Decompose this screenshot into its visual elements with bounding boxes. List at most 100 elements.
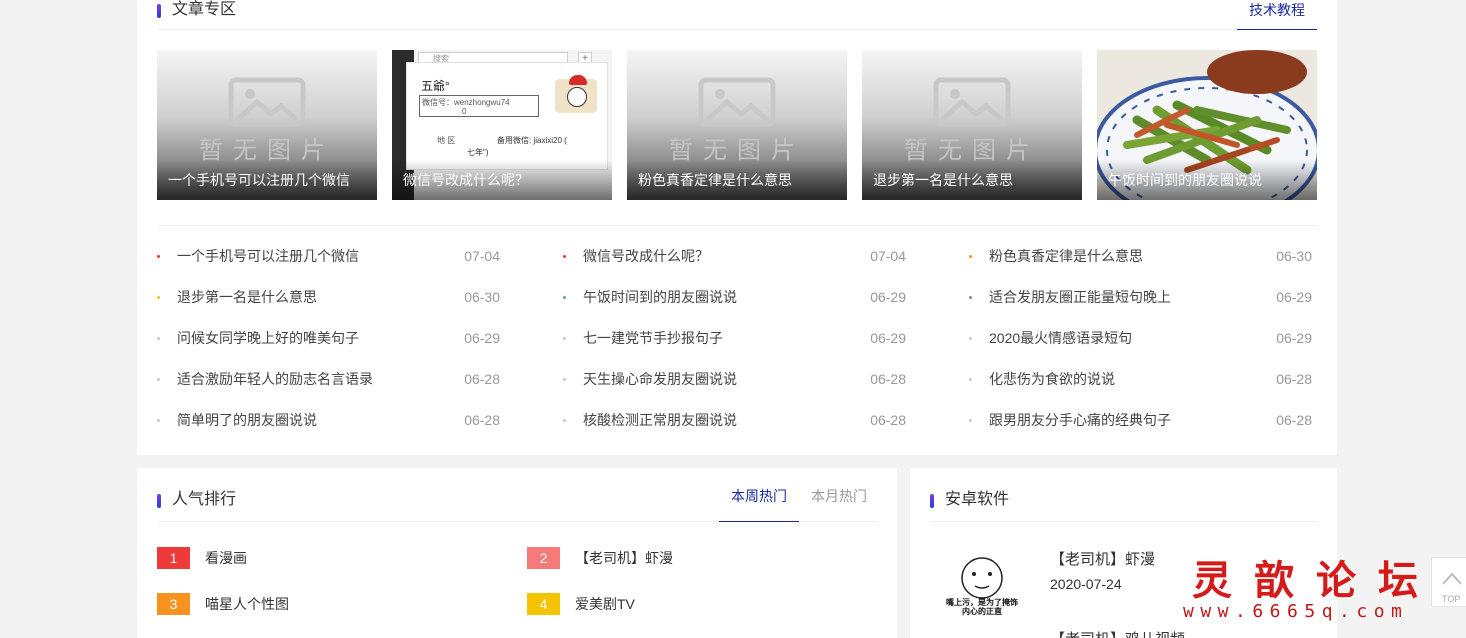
rank-item[interactable]: 2 【老司机】虾漫 xyxy=(527,547,673,569)
rank-number-badge: 2 xyxy=(527,547,560,569)
ranking-header: 人气排行 本周热门 本月热门 xyxy=(157,476,877,522)
back-to-top-button[interactable]: TOP xyxy=(1431,557,1466,607)
article-title: 微信号改成什么呢？ xyxy=(583,248,709,264)
article-list-item[interactable]: 适合激励年轻人的励志名言语录 06-28 xyxy=(157,359,500,400)
article-section: 文章专区 技术教程 暂无图片 一个手机号可以注册几个微信 搜索 + 五爺° 微信… xyxy=(137,0,1337,455)
bullet-dot-icon xyxy=(563,419,566,422)
article-column: 微信号改成什么呢？ 07-04 午饭时间到的朋友圈说说 06-29 七一建党节手抄报句子… xyxy=(563,236,906,441)
article-title: 2020最火情感语录短句 xyxy=(989,330,1133,346)
thumb-card[interactable]: 午饭时间到的朋友圈说说 xyxy=(1097,50,1317,200)
rank-item[interactable]: 3 喵星人个性图 xyxy=(157,593,289,615)
article-list-item[interactable]: 一个手机号可以注册几个微信 07-04 xyxy=(157,236,500,277)
article-thumbnails: 暂无图片 一个手机号可以注册几个微信 搜索 + 五爺° 微信号：wenzhong… xyxy=(157,50,1317,200)
article-date: 06-29 xyxy=(870,330,906,346)
article-list-item[interactable]: 七一建党节手抄报句子 06-29 xyxy=(563,318,906,359)
article-list-item[interactable]: 午饭时间到的朋友圈说说 06-29 xyxy=(563,277,906,318)
bullet-dot-icon xyxy=(563,296,566,299)
article-list-item[interactable]: 跟男朋友分手心痛的经典句子 06-28 xyxy=(969,400,1312,441)
article-column: 粉色真香定律是什么意思 06-30 适合发朋友圈正能量短句晚上 06-29 2020最火… xyxy=(969,236,1312,441)
rank-item[interactable]: 4 爱美剧TV xyxy=(527,593,635,615)
back-to-top-label: TOP xyxy=(1442,594,1461,604)
bullet-dot-icon xyxy=(157,255,160,258)
section-divider xyxy=(157,225,1317,226)
article-title: 适合发朋友圈正能量短句晚上 xyxy=(989,289,1171,305)
wechat-backup-id: 备用微信: jiaxixi20 ( xyxy=(497,136,567,145)
wechat-avatar xyxy=(555,75,597,113)
wechat-id-box: 微信号：wenzhongwu74 0 xyxy=(419,95,539,117)
article-date: 06-28 xyxy=(870,412,906,428)
thumb-caption: 粉色真香定律是什么意思 xyxy=(627,160,847,200)
android-title: 安卓软件 xyxy=(930,480,1009,520)
tab-tech-tutorial[interactable]: 技术教程 xyxy=(1237,0,1317,30)
article-list-item[interactable]: 化悲伤为食欲的说说 06-28 xyxy=(969,359,1312,400)
article-date: 07-04 xyxy=(870,248,906,264)
bullet-dot-icon xyxy=(563,337,566,340)
ranking-title: 人气排行 xyxy=(157,480,236,520)
article-list-item[interactable]: 2020最火情感语录短句 06-29 xyxy=(969,318,1312,359)
bullet-dot-icon xyxy=(157,337,160,340)
app-name[interactable]: 【老司机】虾漫 xyxy=(1050,548,1155,569)
article-date: 06-28 xyxy=(1276,371,1312,387)
tab-weekly-hot[interactable]: 本周热门 xyxy=(719,476,799,522)
wechat-profile-card: 五爺° 微信号：wenzhongwu74 0 地 区 备用微信: jiaxixi… xyxy=(406,62,608,170)
article-list-item[interactable]: 粉色真香定律是什么意思 06-30 xyxy=(969,236,1312,277)
article-list-item[interactable]: 适合发朋友圈正能量短句晚上 06-29 xyxy=(969,277,1312,318)
article-column: 一个手机号可以注册几个微信 07-04 退步第一名是什么意思 06-30 问候女同学晚上… xyxy=(157,236,500,441)
article-title: 跟男朋友分手心痛的经典句子 xyxy=(989,412,1171,428)
article-title: 天生操心命发朋友圈说说 xyxy=(583,371,737,387)
bullet-dot-icon xyxy=(157,419,160,422)
bullet-dot-icon xyxy=(157,296,160,299)
article-list-item[interactable]: 问候女同学晚上好的唯美句子 06-29 xyxy=(157,318,500,359)
article-title: 核酸检测正常朋友圈说说 xyxy=(583,412,737,428)
bullet-dot-icon xyxy=(563,255,566,258)
article-list-item[interactable]: 退步第一名是什么意思 06-30 xyxy=(157,277,500,318)
article-list-item[interactable]: 微信号改成什么呢？ 07-04 xyxy=(563,236,906,277)
rank-number-badge: 3 xyxy=(157,593,190,615)
bullet-dot-icon xyxy=(563,378,566,381)
popularity-ranking-section: 人气排行 本周热门 本月热门 1 看漫画 2 【老司机】虾漫 3 喵星人个性图 4 爱美… xyxy=(137,468,897,638)
thumb-card[interactable]: 搜索 + 五爺° 微信号：wenzhongwu74 0 地 区 备用微信: ji… xyxy=(392,50,612,200)
app-thumbnail[interactable]: 嘴上污，是为了掩饰 内心的正直 xyxy=(930,556,1034,616)
article-date: 06-28 xyxy=(464,371,500,387)
article-date: 06-30 xyxy=(1276,248,1312,264)
thumb-card[interactable]: 暂无图片 退步第一名是什么意思 xyxy=(862,50,1082,200)
app-date: 2020-07-24 xyxy=(1050,576,1122,592)
article-date: 06-28 xyxy=(1276,412,1312,428)
article-list-item[interactable]: 天生操心命发朋友圈说说 06-28 xyxy=(563,359,906,400)
rank-item[interactable]: 1 看漫画 xyxy=(157,547,247,569)
tab-monthly-hot[interactable]: 本月热门 xyxy=(799,476,879,522)
article-section-header: 文章专区 技术教程 xyxy=(157,0,1317,30)
article-date: 06-29 xyxy=(1276,289,1312,305)
article-title: 简单明了的朋友圈说说 xyxy=(177,412,317,428)
article-title: 一个手机号可以注册几个微信 xyxy=(177,248,359,264)
thumb-caption: 微信号改成什么呢？ xyxy=(392,160,612,200)
rank-item-name: 喵星人个性图 xyxy=(205,596,289,612)
bullet-dot-icon xyxy=(969,419,972,422)
article-title: 粉色真香定律是什么意思 xyxy=(989,248,1143,264)
rank-number-badge: 1 xyxy=(157,547,190,569)
wechat-nickname: 五爺° xyxy=(421,79,450,93)
thumb-card[interactable]: 暂无图片 粉色真香定律是什么意思 xyxy=(627,50,847,200)
wechat-id-label: 微信号：wenzhongwu74 xyxy=(422,98,510,107)
watermark-logo-text: 灵歆论坛 xyxy=(1192,557,1440,604)
app-name[interactable]: 【老司机】鸡儿视频 xyxy=(1050,628,1185,638)
article-list-item[interactable]: 核酸检测正常朋友圈说说 06-28 xyxy=(563,400,906,441)
watermark-url: www.6665q.com xyxy=(1183,601,1409,622)
bullet-dot-icon xyxy=(969,296,972,299)
thumb-caption: 退步第一名是什么意思 xyxy=(862,160,1082,200)
thumb-caption: 一个手机号可以注册几个微信 xyxy=(157,160,377,200)
rank-item-name: 【老司机】虾漫 xyxy=(575,550,673,566)
meme-caption: 嘴上污，是为了掩饰 内心的正直 xyxy=(946,598,1018,616)
article-title: 七一建党节手抄报句子 xyxy=(583,330,723,346)
article-date: 06-29 xyxy=(1276,330,1312,346)
article-date: 06-29 xyxy=(870,289,906,305)
bullet-dot-icon xyxy=(969,337,972,340)
article-list-item[interactable]: 简单明了的朋友圈说说 06-28 xyxy=(157,400,500,441)
article-title: 适合激励年轻人的励志名言语录 xyxy=(177,371,373,387)
article-date: 06-29 xyxy=(464,330,500,346)
article-title: 退步第一名是什么意思 xyxy=(177,289,317,305)
article-title: 化悲伤为食欲的说说 xyxy=(989,371,1115,387)
wechat-region-label: 地 区 xyxy=(437,136,456,145)
thumb-card[interactable]: 暂无图片 一个手机号可以注册几个微信 xyxy=(157,50,377,200)
bullet-dot-icon xyxy=(157,378,160,381)
